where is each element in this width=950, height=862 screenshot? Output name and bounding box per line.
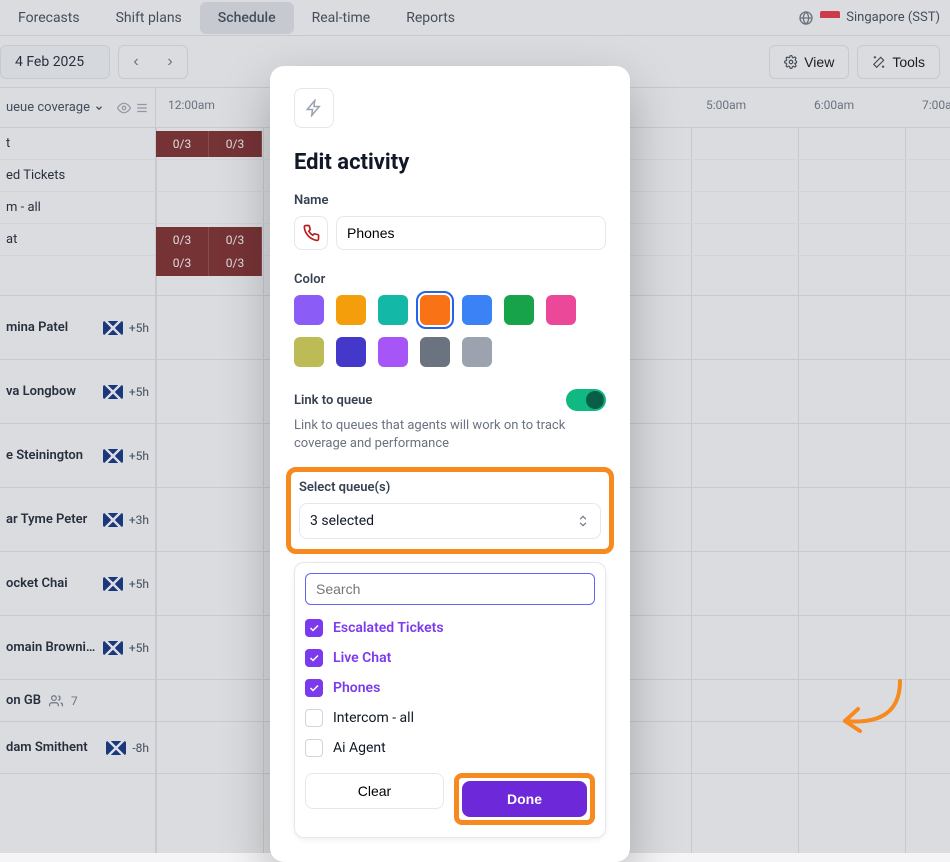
queue-option-label: Phones	[333, 680, 380, 696]
queue-option[interactable]: Ai Agent	[305, 733, 595, 763]
checkbox-icon	[305, 619, 323, 637]
queue-search-input[interactable]	[305, 573, 595, 605]
queue-option-label: Escalated Tickets	[333, 620, 444, 636]
checkbox-icon	[305, 739, 323, 757]
edit-activity-modal: Edit activity Name Color Link to queue L…	[270, 66, 630, 862]
phone-icon	[302, 224, 320, 242]
color-swatch[interactable]	[336, 295, 366, 325]
color-swatch[interactable]	[336, 337, 366, 367]
queue-option-label: Live Chat	[333, 650, 391, 666]
color-swatch[interactable]	[378, 295, 408, 325]
color-swatch[interactable]	[462, 337, 492, 367]
color-swatch[interactable]	[420, 337, 450, 367]
select-queue-label: Select queue(s)	[299, 472, 601, 495]
bolt-icon	[305, 99, 323, 117]
link-to-queue-toggle[interactable]	[566, 389, 606, 411]
color-swatch[interactable]	[546, 295, 576, 325]
link-to-queue-label: Link to queue	[294, 393, 372, 408]
clear-button[interactable]: Clear	[305, 773, 444, 809]
phone-icon-button[interactable]	[294, 216, 328, 250]
checkbox-icon	[305, 679, 323, 697]
checkbox-icon	[305, 649, 323, 667]
chevron-updown-icon	[576, 514, 590, 528]
modal-title: Edit activity	[294, 150, 606, 175]
color-swatch[interactable]	[462, 295, 492, 325]
color-swatch[interactable]	[378, 337, 408, 367]
done-button-highlight: Done	[454, 773, 595, 825]
queue-option[interactable]: Live Chat	[305, 643, 595, 673]
queue-dropdown: Escalated Tickets Live Chat Phones Intercom…	[294, 562, 606, 838]
queue-option-label: Intercom - all	[333, 710, 414, 726]
queue-option[interactable]: Intercom - all	[305, 703, 595, 733]
activity-icon-box[interactable]	[294, 88, 334, 128]
link-to-queue-description: Link to queues that agents will work on …	[294, 417, 606, 453]
name-label: Name	[294, 193, 606, 208]
color-swatch[interactable]	[504, 295, 534, 325]
checkbox-icon	[305, 709, 323, 727]
color-swatch[interactable]	[294, 337, 324, 367]
queue-option[interactable]: Phones	[305, 673, 595, 703]
queue-option[interactable]: Escalated Tickets	[305, 613, 595, 643]
select-queue-highlight: Select queue(s) 3 selected	[286, 467, 614, 554]
activity-name-input[interactable]	[336, 216, 606, 250]
queue-option-label: Ai Agent	[333, 740, 386, 756]
color-swatch[interactable]	[420, 295, 450, 325]
color-label: Color	[294, 272, 606, 287]
done-button[interactable]: Done	[462, 781, 587, 817]
queue-select[interactable]: 3 selected	[299, 503, 601, 539]
color-swatches	[294, 295, 606, 367]
color-swatch[interactable]	[294, 295, 324, 325]
